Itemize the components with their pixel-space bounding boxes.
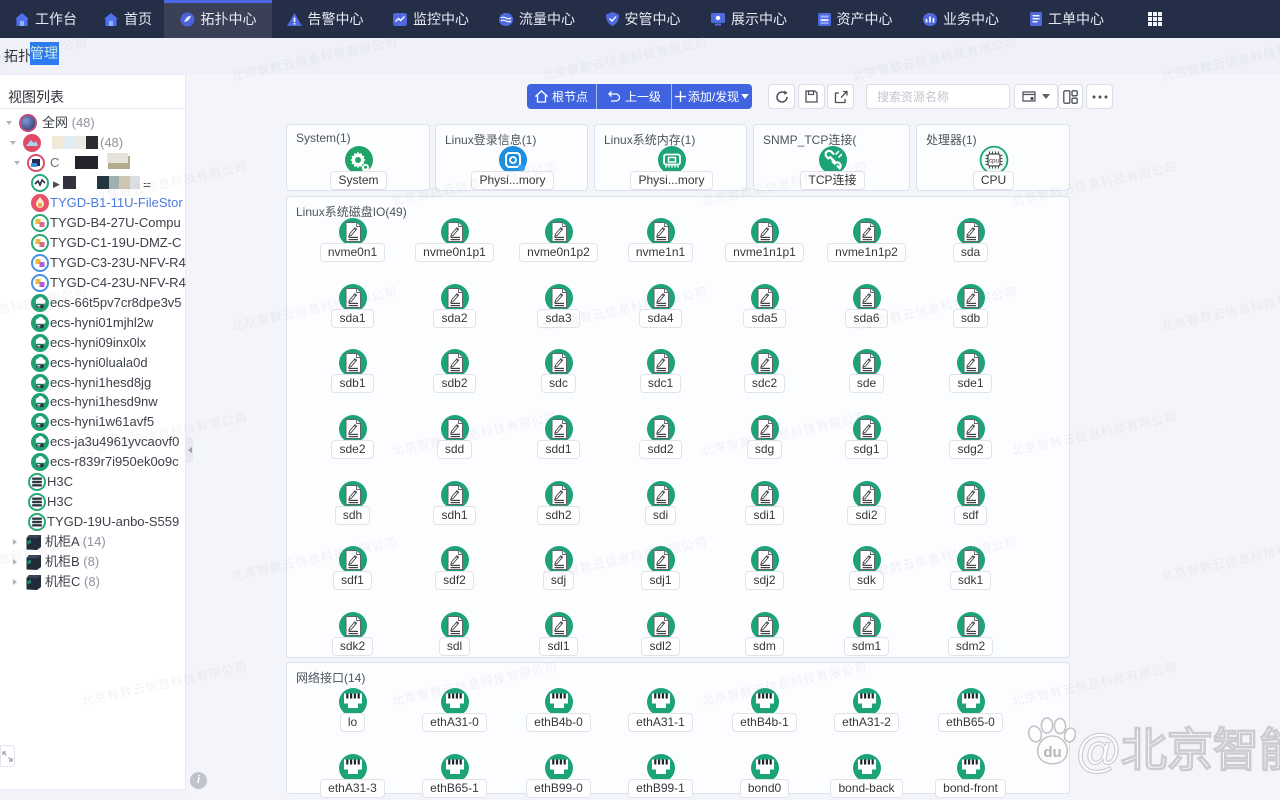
svg-text:cpu: cpu <box>989 158 999 164</box>
svg-text:du: du <box>1043 744 1061 761</box>
